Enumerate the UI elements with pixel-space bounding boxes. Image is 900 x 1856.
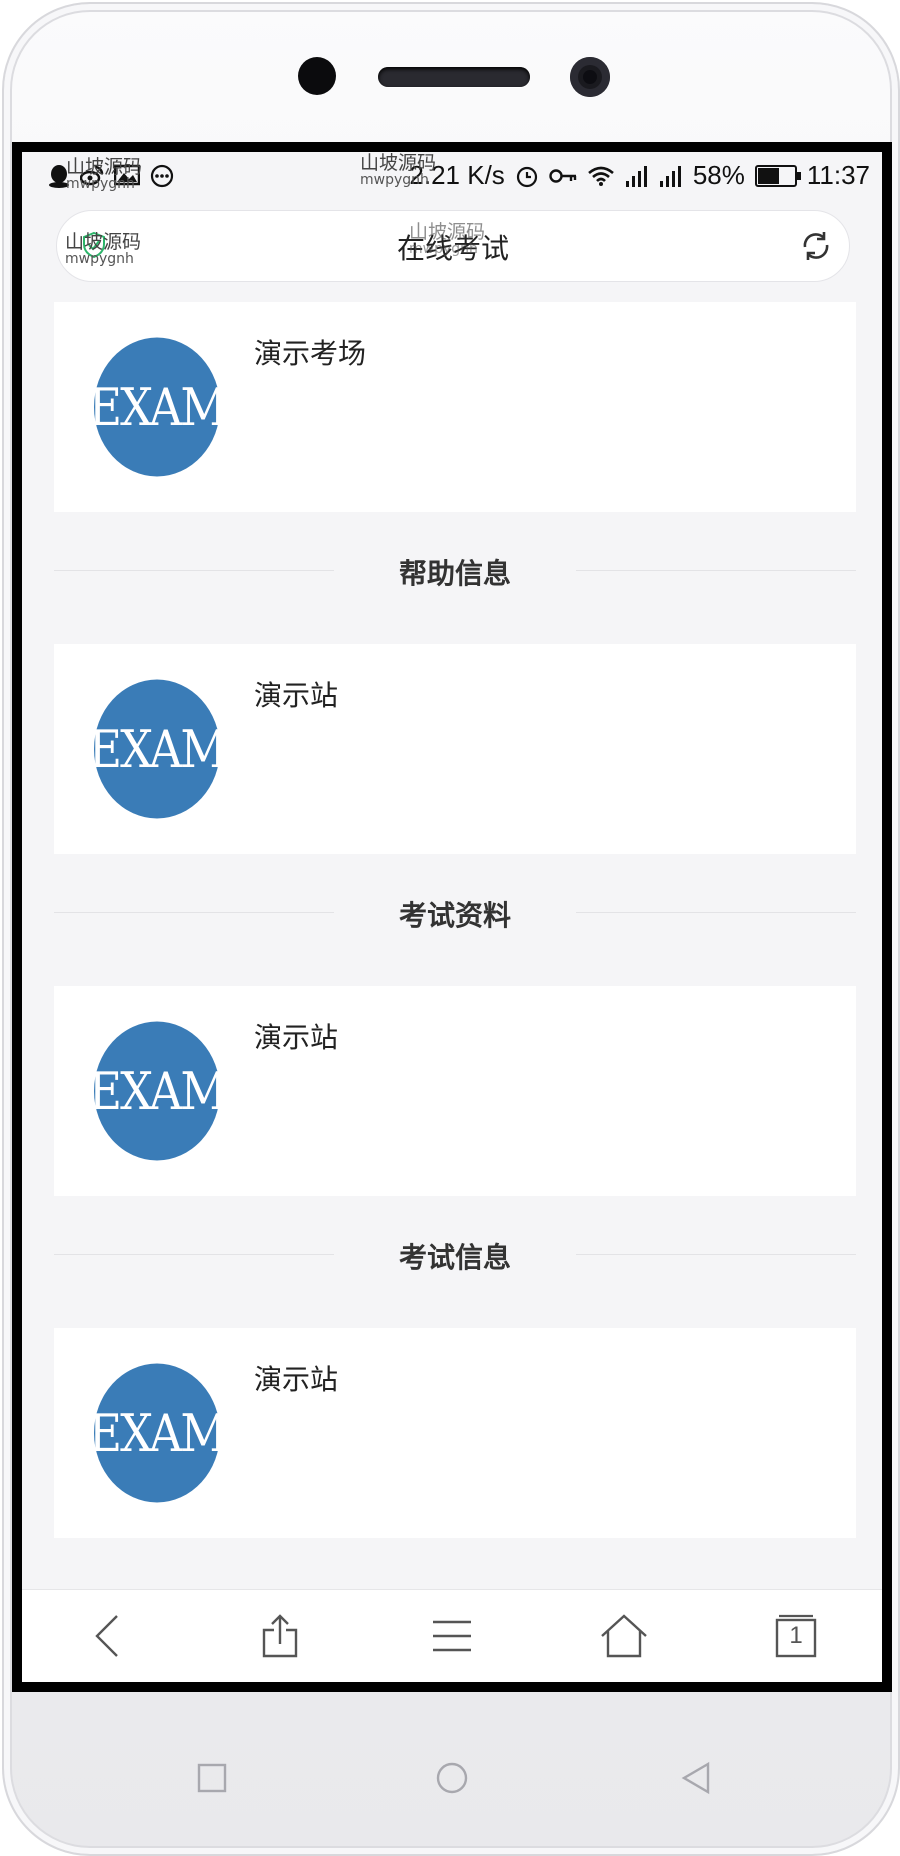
watermark-title: 山坡源码 xyxy=(409,221,486,243)
recent-apps-icon[interactable] xyxy=(192,1758,232,1798)
signal-icon xyxy=(625,165,647,187)
section-header: 考试信息 xyxy=(54,1234,856,1274)
watermark: 山坡源码 mwpygnh xyxy=(66,156,143,192)
watermark-title: 山坡源码 xyxy=(360,152,437,174)
exam-logo: EXAM xyxy=(89,679,228,819)
screen: 2.21 K/s 58% 11:37 山坡源码 mwpygnh 山坡源码 mwpyg… xyxy=(12,142,892,1692)
signal-icon xyxy=(659,165,681,187)
list-item[interactable]: EXAM 演示站 xyxy=(54,986,856,1196)
battery-percent: 58% xyxy=(692,160,745,190)
back-icon xyxy=(95,1615,118,1657)
wifi-icon xyxy=(587,166,614,186)
home-icon xyxy=(601,1614,647,1658)
exam-logo: EXAM xyxy=(89,1021,228,1161)
list-item-title: 演示考场 xyxy=(254,337,367,370)
alarm-icon xyxy=(516,166,537,187)
divider xyxy=(576,570,856,571)
more-icon xyxy=(150,164,174,188)
battery-icon xyxy=(754,164,801,187)
tab-count: 1 xyxy=(789,1622,803,1649)
front-camera xyxy=(570,57,610,97)
section-header: 帮助信息 xyxy=(54,550,856,590)
watermark: 山坡源码 mwpygnh xyxy=(360,152,437,188)
battery-fill xyxy=(757,167,779,184)
list-item[interactable]: EXAM 演示考场 xyxy=(54,302,856,512)
status-bar: 2.21 K/s 58% 11:37 xyxy=(22,152,882,200)
home-circle-icon[interactable] xyxy=(432,1758,472,1798)
exam-logo: EXAM xyxy=(89,1363,228,1503)
share-button[interactable] xyxy=(250,1606,310,1666)
proximity-sensor xyxy=(298,57,336,95)
section-header: 考试资料 xyxy=(54,892,856,932)
list-item[interactable]: EXAM 演示站 xyxy=(54,644,856,854)
list-item-title: 演示站 xyxy=(254,679,339,712)
list-item-title: 演示站 xyxy=(254,1021,339,1054)
section-title: 考试信息 xyxy=(398,1241,511,1274)
browser-toolbar: 1 xyxy=(22,1589,882,1682)
home-button[interactable] xyxy=(594,1606,654,1666)
display: 2.21 K/s 58% 11:37 山坡源码 mwpygnh 山坡源码 mwpyg… xyxy=(22,152,882,1682)
divider xyxy=(576,1254,856,1255)
exam-logo: EXAM xyxy=(89,337,228,477)
watermark-sub: mwpygnh xyxy=(360,172,429,188)
watermark-sub: mwpygnh xyxy=(66,176,135,192)
list-item-title: 演示站 xyxy=(254,1363,339,1396)
earpiece-speaker xyxy=(378,67,530,87)
browser-address-bar[interactable]: 山坡源码 mwpygnh 在线考试 山坡源码 mwpygnh xyxy=(56,210,850,282)
back-button[interactable] xyxy=(78,1606,138,1666)
watermark: 山坡源码 mwpygnh xyxy=(409,221,486,257)
key-icon xyxy=(549,168,577,183)
section-title: 考试资料 xyxy=(398,899,511,932)
watermark-title: 山坡源码 xyxy=(66,156,143,178)
divider xyxy=(576,912,856,913)
refresh-icon[interactable] xyxy=(797,227,835,265)
menu-button[interactable] xyxy=(422,1606,482,1666)
tabs-button[interactable]: 1 xyxy=(766,1606,826,1666)
status-right: 2.21 K/s 58% 11:37 xyxy=(409,160,870,191)
back-triangle-icon[interactable] xyxy=(676,1758,716,1798)
list-item[interactable]: EXAM 演示站 xyxy=(54,1328,856,1538)
clock: 11:37 xyxy=(806,160,870,190)
phone-frame: 2.21 K/s 58% 11:37 山坡源码 mwpygnh 山坡源码 mwpyg… xyxy=(2,2,900,1856)
section-title: 帮助信息 xyxy=(398,557,511,590)
watermark-sub: mwpygnh xyxy=(409,241,478,257)
menu-icon xyxy=(433,1620,471,1652)
share-icon xyxy=(262,1614,298,1658)
